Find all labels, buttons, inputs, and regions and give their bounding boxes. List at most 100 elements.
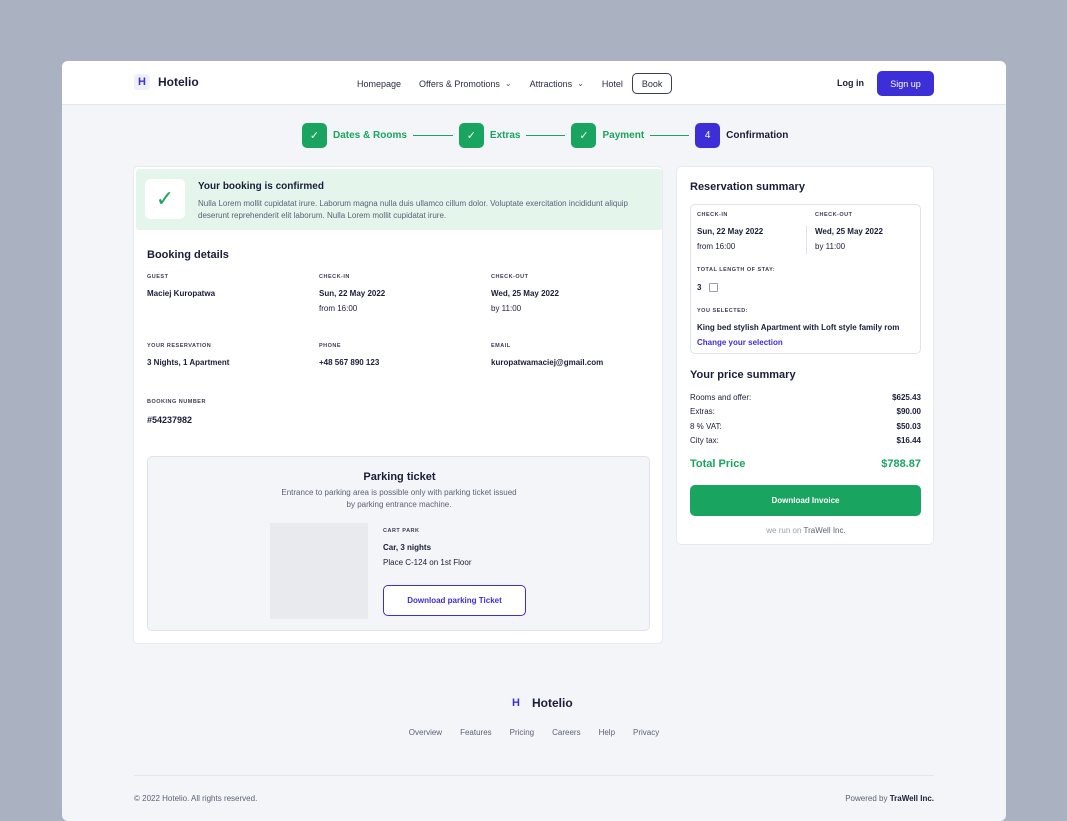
booking-stepper: ✓ Dates & Rooms ✓ Extras ✓ Payment 4 Con… bbox=[302, 123, 788, 148]
guest-value: Maciej Kuropatwa bbox=[147, 289, 216, 298]
nav-attractions-label: Attractions bbox=[529, 78, 573, 89]
price-row-label: City tax: bbox=[690, 436, 719, 445]
length-of-stay-label: TOTAL LENGTH OF STAY: bbox=[697, 267, 776, 273]
parking-text: Entrance to parking area is possible onl… bbox=[281, 488, 517, 509]
footer-nav: Overview Features Pricing Careers Help P… bbox=[62, 728, 1006, 737]
nav-offers-label: Offers & Promotions bbox=[419, 78, 500, 89]
summary-checkout-label: CHECK-OUT bbox=[815, 212, 853, 218]
run-on-text: we run on bbox=[766, 526, 802, 535]
selected-room: King bed stylish Apartment with Loft sty… bbox=[697, 323, 900, 332]
checkout-time: by 11:00 bbox=[491, 304, 522, 313]
footer-link-careers[interactable]: Careers bbox=[543, 728, 589, 737]
reservation-summary-card: Reservation summary CHECK-IN Sun, 22 May… bbox=[676, 166, 934, 545]
check-icon: ✓ bbox=[571, 123, 597, 148]
step-connector bbox=[650, 135, 690, 136]
total-price-value: $788.87 bbox=[881, 458, 921, 470]
price-row: Extras: $90.00 bbox=[690, 407, 921, 416]
confirmation-text: Nulla Lorem mollit cupidatat irure. Labo… bbox=[198, 199, 629, 220]
parking-line-1: Car, 3 nights bbox=[383, 543, 432, 552]
checkin-date: Sun, 22 May 2022 bbox=[319, 289, 386, 298]
nav-hotel[interactable]: Hotel bbox=[593, 73, 632, 94]
login-link[interactable]: Log in bbox=[837, 78, 864, 88]
footer-link-privacy[interactable]: Privacy bbox=[624, 728, 668, 737]
summary-checkout-time: by 11:00 bbox=[815, 242, 846, 251]
book-button[interactable]: Book bbox=[631, 73, 673, 94]
total-price-label: Total Price bbox=[690, 458, 746, 470]
price-row-value: $625.43 bbox=[892, 393, 921, 402]
run-on-brand[interactable]: TraWell Inc. bbox=[803, 526, 845, 535]
powered-by-brand[interactable]: TraWell Inc. bbox=[890, 794, 934, 803]
phone-label: PHONE bbox=[319, 343, 342, 349]
reservation-summary-title: Reservation summary bbox=[690, 181, 805, 193]
calendar-icon[interactable] bbox=[709, 283, 718, 292]
footer-link-features[interactable]: Features bbox=[451, 728, 501, 737]
step-payment[interactable]: Payment bbox=[602, 130, 644, 141]
parking-line-2: Place C-124 on 1st Floor bbox=[383, 558, 472, 567]
booking-number-value: #54237982 bbox=[147, 415, 193, 425]
price-row-label: Extras: bbox=[690, 407, 715, 416]
email-label: EMAIL bbox=[491, 343, 511, 349]
checkin-time: from 16:00 bbox=[319, 304, 358, 313]
parking-ticket-image bbox=[270, 523, 368, 619]
powered-by: Powered by TraWell Inc. bbox=[845, 794, 934, 803]
signup-button[interactable]: Sign up bbox=[877, 71, 934, 96]
cart-park-label: CART PARK bbox=[383, 528, 420, 534]
brand-name: Hotelio bbox=[158, 75, 199, 89]
download-invoice-button[interactable]: Download Invoice bbox=[690, 485, 921, 516]
reservation-value: 3 Nights, 1 Apartment bbox=[147, 358, 230, 367]
price-row-value: $16.44 bbox=[896, 436, 921, 445]
powered-by-text: Powered by bbox=[845, 794, 888, 803]
footer-link-pricing[interactable]: Pricing bbox=[501, 728, 543, 737]
logo-icon: H bbox=[134, 74, 150, 90]
divider bbox=[806, 226, 807, 254]
copyright-text: © 2022 Hotelio. All rights reserved. bbox=[134, 794, 258, 803]
footer-link-overview[interactable]: Overview bbox=[400, 728, 451, 737]
price-summary-title: Your price summary bbox=[690, 369, 796, 381]
chevron-down-icon: ⌄ bbox=[577, 79, 584, 88]
reservation-details-box: CHECK-IN Sun, 22 May 2022 from 16:00 CHE… bbox=[690, 204, 921, 354]
run-on-note: we run on TraWell Inc. bbox=[677, 526, 935, 535]
check-icon: ✓ bbox=[145, 179, 185, 219]
step-confirmation[interactable]: Confirmation bbox=[726, 130, 788, 141]
booking-card: ✓ Your booking is confirmed Nulla Lorem … bbox=[133, 166, 663, 644]
confirmation-banner: ✓ Your booking is confirmed Nulla Lorem … bbox=[136, 169, 662, 230]
summary-checkout-date: Wed, 25 May 2022 bbox=[815, 227, 883, 236]
step-dates-rooms[interactable]: Dates & Rooms bbox=[333, 130, 407, 141]
checkin-label: CHECK-IN bbox=[319, 274, 350, 280]
top-navbar: H Hotelio Homepage Offers & Promotions ⌄… bbox=[62, 61, 1006, 105]
parking-title: Parking ticket bbox=[363, 471, 436, 483]
footer-brand-name: Hotelio bbox=[532, 696, 573, 710]
price-row: 8 % VAT: $50.03 bbox=[690, 422, 921, 431]
nav-offers[interactable]: Offers & Promotions ⌄ bbox=[410, 73, 521, 94]
step-extras[interactable]: Extras bbox=[490, 130, 521, 141]
nav-attractions[interactable]: Attractions ⌄ bbox=[521, 73, 593, 94]
chevron-down-icon: ⌄ bbox=[504, 79, 512, 88]
checkout-label: CHECK-OUT bbox=[491, 274, 529, 280]
change-selection-link[interactable]: Change your selection bbox=[697, 338, 783, 347]
main-nav: Homepage Offers & Promotions ⌄ Attractio… bbox=[348, 73, 673, 94]
price-row-value: $90.00 bbox=[896, 407, 921, 416]
check-icon: ✓ bbox=[302, 123, 327, 148]
total-price-row: Total Price $788.87 bbox=[690, 458, 921, 470]
footer-logo[interactable]: H Hotelio bbox=[508, 695, 573, 711]
footer-divider bbox=[134, 775, 934, 776]
confirmation-title: Your booking is confirmed bbox=[198, 181, 324, 192]
email-value: kuropatwamaciej@gmail.com bbox=[491, 358, 604, 367]
app-window: H Hotelio Homepage Offers & Promotions ⌄… bbox=[62, 61, 1006, 821]
checkout-date: Wed, 25 May 2022 bbox=[491, 289, 559, 298]
download-parking-ticket-button[interactable]: Download parking Ticket bbox=[383, 585, 526, 616]
step-number: 4 bbox=[695, 123, 721, 148]
footer-link-help[interactable]: Help bbox=[590, 728, 624, 737]
parking-ticket-panel: Parking ticket Entrance to parking area … bbox=[147, 456, 650, 631]
summary-checkin-label: CHECK-IN bbox=[697, 212, 728, 218]
price-row-label: Rooms and offer: bbox=[690, 393, 752, 402]
logo-icon: H bbox=[512, 697, 520, 709]
length-of-stay-value[interactable]: 3 bbox=[697, 283, 701, 292]
booking-number-label: BOOKING NUMBER bbox=[147, 399, 206, 405]
price-row-label: 8 % VAT: bbox=[690, 422, 722, 431]
brand-logo[interactable]: H Hotelio bbox=[134, 74, 199, 90]
summary-checkin-date: Sun, 22 May 2022 bbox=[697, 227, 764, 236]
phone-value: +48 567 890 123 bbox=[319, 358, 380, 367]
nav-homepage[interactable]: Homepage bbox=[348, 73, 410, 94]
price-row-value: $50.03 bbox=[896, 422, 921, 431]
